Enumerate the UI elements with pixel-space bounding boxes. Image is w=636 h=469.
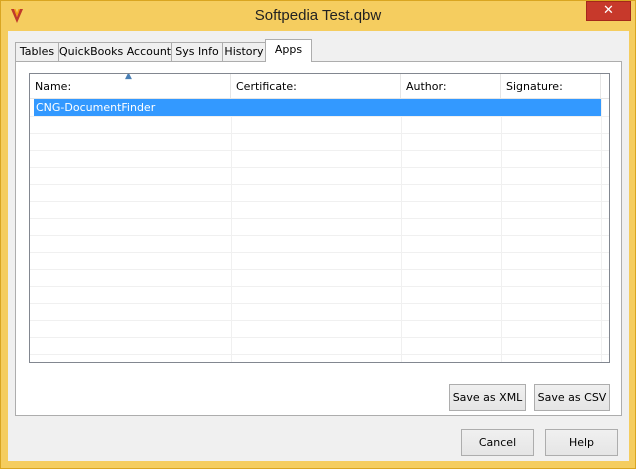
row-divider <box>30 252 609 253</box>
row-divider <box>30 133 609 134</box>
save-as-csv-button[interactable]: Save as CSV <box>534 384 610 411</box>
dialog-body: Tables QuickBooks Accounts Sys Info Hist… <box>8 31 629 461</box>
app-window: Softpedia Test.qbw ✕ Tables QuickBooks A… <box>0 0 636 469</box>
title-bar[interactable]: Softpedia Test.qbw ✕ <box>1 1 635 31</box>
cancel-button[interactable]: Cancel <box>461 429 534 456</box>
window-title: Softpedia Test.qbw <box>254 7 382 24</box>
tab-tables[interactable]: Tables <box>15 42 59 61</box>
column-header-name-label: Name: <box>35 80 72 93</box>
column-divider <box>231 99 232 362</box>
column-divider <box>501 99 502 362</box>
apps-list[interactable]: ▲ Name: Certificate: Author: Signature: <box>29 73 610 363</box>
column-divider <box>401 99 402 362</box>
row-divider <box>30 201 609 202</box>
column-divider <box>601 99 602 362</box>
save-as-xml-button[interactable]: Save as XML <box>449 384 526 411</box>
row-divider <box>30 354 609 355</box>
sort-ascending-icon: ▲ <box>125 73 132 81</box>
column-header-signature[interactable]: Signature: <box>501 74 601 98</box>
row-divider <box>30 218 609 219</box>
tab-history[interactable]: History <box>222 42 266 61</box>
column-header-author[interactable]: Author: <box>401 74 501 98</box>
column-header-certificate[interactable]: Certificate: <box>231 74 401 98</box>
row-divider <box>30 337 609 338</box>
row-divider <box>30 116 609 117</box>
row-divider <box>30 184 609 185</box>
row-divider <box>30 303 609 304</box>
row-divider <box>30 286 609 287</box>
cell-author <box>401 99 501 116</box>
list-item[interactable]: CNG-DocumentFinder <box>34 99 601 116</box>
tab-apps[interactable]: Apps <box>265 39 312 62</box>
tab-quickbooks-accounts[interactable]: QuickBooks Accounts <box>58 42 177 61</box>
cell-name: CNG-DocumentFinder <box>36 101 156 114</box>
row-divider <box>30 167 609 168</box>
close-button[interactable]: ✕ <box>586 1 631 21</box>
cell-signature <box>501 99 601 116</box>
column-header-name[interactable]: ▲ Name: <box>30 74 231 98</box>
row-divider <box>30 320 609 321</box>
row-divider <box>30 235 609 236</box>
list-header: ▲ Name: Certificate: Author: Signature: <box>30 74 609 99</box>
cell-certificate <box>231 99 401 116</box>
help-button[interactable]: Help <box>545 429 618 456</box>
row-divider <box>30 150 609 151</box>
tab-sys-info[interactable]: Sys Info <box>171 42 223 61</box>
apps-tab-panel: ▲ Name: Certificate: Author: Signature: <box>15 61 622 416</box>
row-divider <box>30 269 609 270</box>
